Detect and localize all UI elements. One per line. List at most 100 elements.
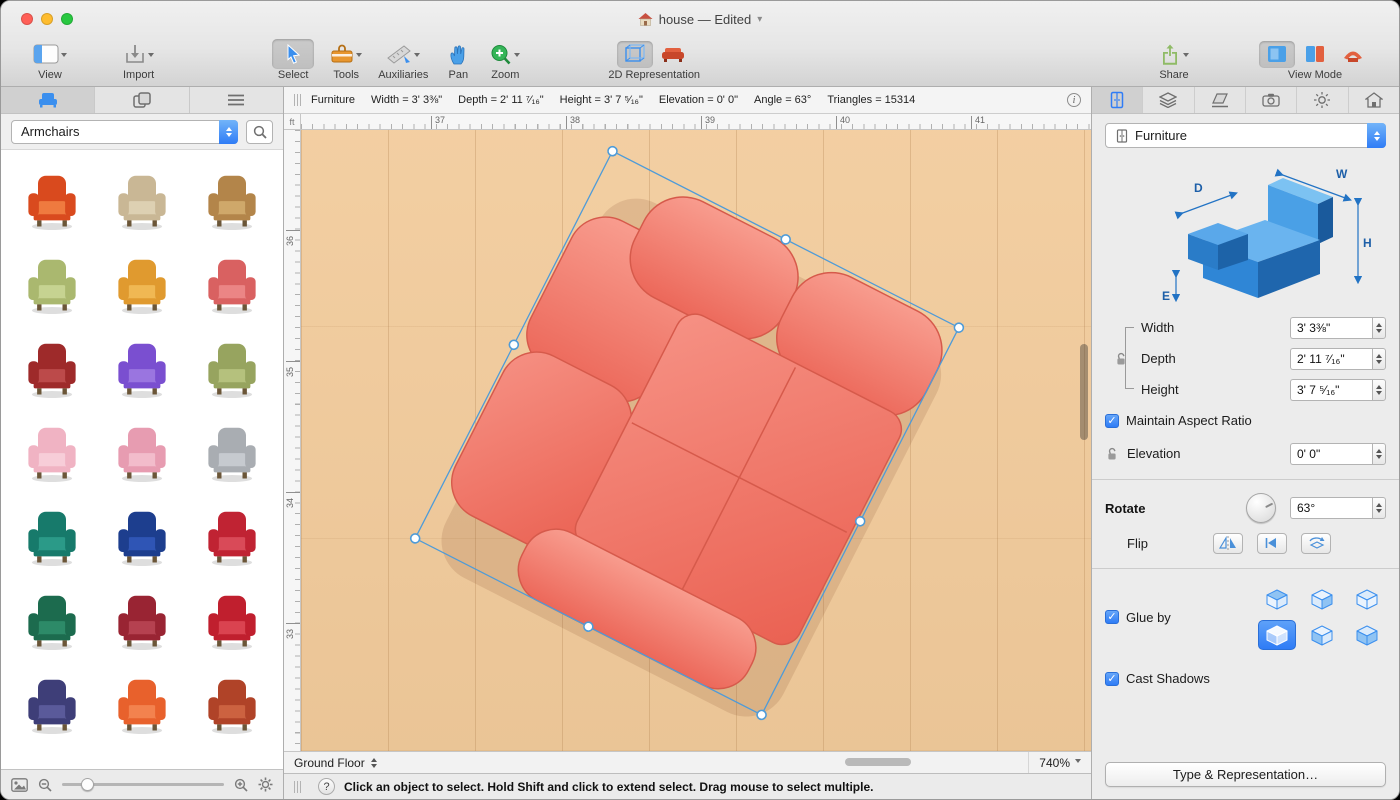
window-title-text: house — Edited xyxy=(659,12,752,27)
flip-back-button[interactable] xyxy=(1257,533,1287,554)
close-button[interactable] xyxy=(21,13,33,25)
help-button[interactable]: ? xyxy=(318,778,335,795)
glue-left-button[interactable] xyxy=(1303,620,1341,650)
library-item-armchair[interactable] xyxy=(187,412,277,496)
library-grid xyxy=(1,150,283,769)
elevation-stepper[interactable] xyxy=(1372,443,1386,465)
title-chevron-icon[interactable]: ▾ xyxy=(757,14,762,25)
library-item-armchair[interactable] xyxy=(7,328,97,412)
thumbnail-view-icon[interactable] xyxy=(11,778,28,792)
glue-right-button[interactable] xyxy=(1303,584,1341,614)
flip-horizontal-button[interactable] xyxy=(1213,533,1243,554)
toolbar-import[interactable]: Import xyxy=(123,39,154,81)
toolbar-zoom[interactable]: Zoom xyxy=(490,39,520,81)
flip-3d-button[interactable] xyxy=(1301,533,1331,554)
rotate-stepper[interactable] xyxy=(1372,497,1386,519)
library-item-armchair[interactable] xyxy=(7,664,97,748)
dimension-diagram: D W H E xyxy=(1105,152,1386,310)
library-item-armchair[interactable] xyxy=(97,328,187,412)
height-stepper[interactable] xyxy=(1372,379,1386,401)
glue-top-button[interactable] xyxy=(1258,584,1296,614)
wireframe-mode-button[interactable] xyxy=(617,41,653,68)
library-item-armchair[interactable] xyxy=(7,244,97,328)
view-mode-split-button[interactable] xyxy=(1297,41,1333,68)
library-item-armchair[interactable] xyxy=(7,580,97,664)
inspector-category-select[interactable]: Furniture xyxy=(1105,123,1386,148)
share-icon xyxy=(1159,44,1181,65)
thumbnail-size-slider[interactable] xyxy=(62,783,224,786)
type-representation-button[interactable]: Type & Representation… xyxy=(1105,762,1386,787)
vertical-scrollbar[interactable] xyxy=(1080,344,1088,440)
toolbar-view[interactable]: View xyxy=(33,39,67,81)
drag-grip-icon[interactable] xyxy=(294,781,301,793)
library-item-armchair[interactable] xyxy=(97,412,187,496)
info-icon[interactable]: i xyxy=(1067,93,1081,107)
elevation-lock-icon[interactable] xyxy=(1105,447,1127,461)
minimize-button[interactable] xyxy=(41,13,53,25)
library-item-armchair[interactable] xyxy=(97,664,187,748)
rotate-input[interactable]: 63° xyxy=(1290,497,1372,519)
tab-light[interactable] xyxy=(1297,87,1348,113)
elevation-input[interactable]: 0' 0" xyxy=(1290,443,1372,465)
library-item-armchair[interactable] xyxy=(7,496,97,580)
width-input[interactable]: 3' 3⅜" xyxy=(1290,317,1372,339)
width-stepper[interactable] xyxy=(1372,317,1386,339)
textured-mode-button[interactable] xyxy=(655,41,691,68)
cube-top-icon xyxy=(1266,589,1288,610)
library-item-armchair[interactable] xyxy=(187,160,277,244)
tab-eraser[interactable] xyxy=(1195,87,1246,113)
library-item-armchair[interactable] xyxy=(97,580,187,664)
library-item-armchair[interactable] xyxy=(187,580,277,664)
library-item-armchair[interactable] xyxy=(97,496,187,580)
toolbar-auxiliaries[interactable]: Auxiliaries xyxy=(378,39,428,81)
glue-by-checkbox[interactable]: ✓ xyxy=(1105,610,1119,624)
tab-camera[interactable] xyxy=(1246,87,1297,113)
slider-thumb[interactable] xyxy=(81,778,94,791)
toolbar-tools[interactable]: Tools xyxy=(330,39,362,81)
toolbar-select[interactable]: Select xyxy=(272,39,314,81)
rotate-knob[interactable] xyxy=(1246,493,1276,523)
floor-canvas[interactable] xyxy=(301,130,1091,751)
library-item-armchair[interactable] xyxy=(187,328,277,412)
glue-floor-button-selected[interactable] xyxy=(1258,620,1296,650)
cast-shadows-checkbox[interactable]: ✓ xyxy=(1105,672,1119,686)
floor-selector[interactable]: Ground Floor xyxy=(284,755,387,771)
glue-sides-button[interactable] xyxy=(1348,620,1386,650)
library-item-armchair[interactable] xyxy=(187,496,277,580)
horizontal-scrollbar[interactable] xyxy=(845,758,911,766)
tab-building-properties[interactable] xyxy=(1143,87,1194,113)
tab-materials[interactable] xyxy=(95,87,189,113)
selected-sofa-object[interactable] xyxy=(301,130,1091,751)
library-item-armchair[interactable] xyxy=(7,160,97,244)
library-item-armchair[interactable] xyxy=(97,244,187,328)
toolbar-share[interactable]: Share xyxy=(1159,39,1189,81)
height-input[interactable]: 3' 7 ⁵⁄₁₆" xyxy=(1290,379,1372,401)
zoom-level-select[interactable]: 740% xyxy=(1028,752,1091,773)
fullscreen-button[interactable] xyxy=(61,13,73,25)
library-item-armchair[interactable] xyxy=(97,160,187,244)
depth-stepper[interactable] xyxy=(1372,348,1386,370)
zoom-out-icon[interactable] xyxy=(38,778,52,792)
library-item-armchair[interactable] xyxy=(187,664,277,748)
flip-horizontal-icon xyxy=(1219,536,1237,550)
glue-all-button[interactable] xyxy=(1348,584,1386,614)
tab-list[interactable] xyxy=(190,87,283,113)
zoom-in-icon[interactable] xyxy=(234,778,248,792)
library-item-armchair[interactable] xyxy=(7,412,97,496)
tab-objects[interactable] xyxy=(1,87,95,113)
gear-icon[interactable] xyxy=(258,777,273,792)
tab-object-properties[interactable] xyxy=(1092,87,1143,113)
drag-grip-icon[interactable] xyxy=(294,94,301,106)
maintain-aspect-checkbox[interactable]: ✓ xyxy=(1105,414,1119,428)
category-select[interactable]: Armchairs xyxy=(11,120,238,144)
search-button[interactable] xyxy=(246,120,273,144)
view-mode-3d-button[interactable] xyxy=(1335,41,1371,68)
titlebar[interactable]: house — Edited ▾ xyxy=(1,1,1399,37)
tab-house[interactable] xyxy=(1349,87,1399,113)
depth-input[interactable]: 2' 11 ⁷⁄₁₆" xyxy=(1290,348,1372,370)
canvas-bottom-bar: Ground Floor 740% xyxy=(284,751,1091,773)
library-item-armchair[interactable] xyxy=(187,244,277,328)
toolbar-pan[interactable]: Pan xyxy=(448,39,468,81)
view-mode-2d-button[interactable] xyxy=(1259,41,1295,68)
lock-icon[interactable] xyxy=(1114,352,1128,371)
